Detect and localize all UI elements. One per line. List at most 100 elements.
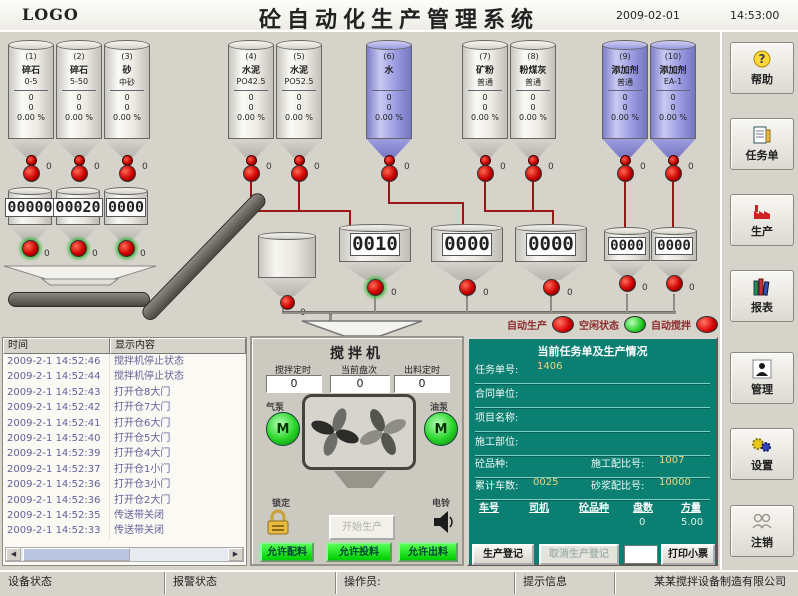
task-panel: 当前任务单及生产情况 任务单号:1406 合同单位: 项目名称: 施工部位: 砼… <box>467 337 718 566</box>
water-scale: 0000 0 <box>431 224 503 296</box>
work-ratio-value: 1007 <box>659 455 684 466</box>
idle-status-led[interactable] <box>624 316 646 333</box>
mixer-blades-icon <box>305 397 413 467</box>
header: LOGO 砼自动化生产管理系统 2009-02-01 14:53:00 <box>0 0 798 32</box>
discharge-timer-field[interactable]: 0 <box>394 375 450 393</box>
auto-mixing-led[interactable] <box>696 316 718 333</box>
production-register-button[interactable]: 生产登记 <box>472 544 534 565</box>
silo-valve[interactable] <box>617 165 634 182</box>
cement-scale: 0010 0 <box>339 224 411 296</box>
log-col-content[interactable]: 显示内容 <box>110 338 246 354</box>
weight-display: 0000 <box>442 233 492 256</box>
silo-top <box>8 40 54 50</box>
bell-speaker-icon[interactable] <box>432 509 456 535</box>
scale-valve[interactable] <box>459 279 476 296</box>
silo-valve[interactable] <box>477 165 494 182</box>
scada-screen: LOGO 砼自动化生产管理系统 2009-02-01 14:53:00 (1)碎… <box>0 0 798 596</box>
silo-crushed-stone-1: (1)碎石0-5000.00 % 0 <box>8 40 54 182</box>
log-row[interactable]: 2009-2-1 14:52:35传送带关闭 <box>3 508 246 523</box>
task-blank-field[interactable] <box>624 545 658 564</box>
log-row[interactable]: 2009-2-1 14:52:33传送带关闭 <box>3 523 246 538</box>
scale-valve[interactable] <box>118 240 135 257</box>
production-button[interactable]: 生产 <box>730 194 794 246</box>
log-row[interactable]: 2009-2-1 14:52:39打开仓4大门 <box>3 446 246 461</box>
log-row[interactable]: 2009-2-1 14:52:44搅拌机停止状态 <box>3 369 246 384</box>
scale-valve[interactable] <box>22 240 39 257</box>
pipe <box>673 294 675 312</box>
silo-mineral-powder: (7)矿粉普通000.00 % 0 <box>462 40 508 182</box>
weight-display: 0000 <box>608 237 646 255</box>
cancel-register-button[interactable]: 取消生产登记 <box>539 544 619 565</box>
lock-icon[interactable] <box>264 508 292 536</box>
report-button[interactable]: 报表 <box>730 270 794 322</box>
silo-additive-2: (10)添加剂EA-1000.00 % 0 <box>650 40 696 182</box>
silo-fly-ash: (8)粉煤灰普通000.00 % 0 <box>510 40 556 182</box>
log-col-time[interactable]: 时间 <box>3 338 110 354</box>
pipe <box>374 296 376 312</box>
silo-valve[interactable] <box>525 165 542 182</box>
task-number-value: 1406 <box>537 361 562 372</box>
event-log-table: 时间 显示内容 2009-2-1 14:52:46搅拌机停止状态 2009-2-… <box>2 337 247 566</box>
scale-valve[interactable] <box>666 275 683 292</box>
silo-valve[interactable] <box>119 165 136 182</box>
settings-button[interactable]: 设置 <box>730 428 794 480</box>
silo-valve[interactable] <box>71 165 88 182</box>
scale-valve[interactable] <box>367 279 384 296</box>
mortar-ratio-value: 10000 <box>659 477 691 488</box>
task-panel-title: 当前任务单及生产情况 <box>469 343 716 359</box>
pipe <box>550 296 552 312</box>
log-row[interactable]: 2009-2-1 14:52:46搅拌机停止状态 <box>3 354 246 369</box>
logout-button[interactable]: 注销 <box>730 505 794 557</box>
conveyor-belt <box>8 292 150 307</box>
log-row[interactable]: 2009-2-1 14:52:43打开仓8大门 <box>3 385 246 400</box>
silo-valve[interactable] <box>291 165 308 182</box>
current-batch-field[interactable]: 0 <box>330 375 390 393</box>
log-row[interactable]: 2009-2-1 14:52:41打开仓6大门 <box>3 416 246 431</box>
scroll-left-arrow-icon[interactable]: ◀ <box>6 548 21 561</box>
allow-batching-button[interactable]: 允许配料 <box>260 542 314 562</box>
scrollbar-thumb[interactable] <box>23 548 130 561</box>
air-pump-indicator[interactable]: M <box>266 412 300 446</box>
mix-timer-field[interactable]: 0 <box>266 375 322 393</box>
hopper-valve[interactable] <box>280 295 295 310</box>
log-row[interactable]: 2009-2-1 14:52:42打开仓7大门 <box>3 400 246 415</box>
task-sheet-button[interactable]: 任务单 <box>730 118 794 170</box>
company-name: 某某搅拌设备制造有限公司 <box>654 572 798 594</box>
log-row[interactable]: 2009-2-1 14:52:40打开仓5大门 <box>3 431 246 446</box>
additive-scale-2: 0000 0 <box>651 227 697 292</box>
scale-valve[interactable] <box>619 275 636 292</box>
help-button[interactable]: ? 帮助 <box>730 42 794 94</box>
pipe <box>626 294 628 312</box>
powder-scale: 0000 0 <box>515 224 587 296</box>
allow-feeding-button[interactable]: 允许投料 <box>326 542 392 562</box>
silo-valve[interactable] <box>23 165 40 182</box>
silo-valve[interactable] <box>665 165 682 182</box>
log-row[interactable]: 2009-2-1 14:52:36打开仓2大门 <box>3 493 246 508</box>
silo-cement-1: (4)水泥PO42.5000.00 % 0 <box>228 40 274 182</box>
scale-valve[interactable] <box>70 240 87 257</box>
log-row[interactable]: 2009-2-1 14:52:36打开仓3小门 <box>3 477 246 492</box>
help-icon: ? <box>752 49 772 69</box>
scroll-right-arrow-icon[interactable]: ▶ <box>228 548 243 561</box>
date-display: 2009-02-01 <box>616 9 680 22</box>
silo-valve[interactable] <box>381 165 398 182</box>
aggregate-scale-1: 00000 0 <box>8 187 52 257</box>
pipe <box>624 176 626 230</box>
operator-cell: 操作员: <box>336 572 515 594</box>
auto-production-led[interactable] <box>552 316 574 333</box>
print-ticket-button[interactable]: 打印小票 <box>661 544 715 565</box>
log-row[interactable]: 2009-2-1 14:52:37打开仓1小门 <box>3 462 246 477</box>
manage-button[interactable]: 管理 <box>730 352 794 404</box>
log-horizontal-scrollbar[interactable]: ◀ ▶ <box>5 547 244 562</box>
mixer-panel: 搅拌机 搅拌定时 当前盘次 出料定时 0 0 0 <box>250 336 464 566</box>
oil-pump-indicator[interactable]: M <box>424 412 458 446</box>
time-display: 14:53:00 <box>730 9 779 22</box>
tasksheet-icon <box>752 125 772 145</box>
silo-valve[interactable] <box>243 165 260 182</box>
silo-water: (6)水000.00 % 0 <box>366 40 412 182</box>
weight-display: 0000 <box>106 198 146 217</box>
start-production-button[interactable]: 开始生产 <box>329 515 395 540</box>
allow-discharge-button[interactable]: 允许出料 <box>398 542 458 562</box>
scale-valve[interactable] <box>543 279 560 296</box>
weight-display: 0000 <box>526 233 576 256</box>
